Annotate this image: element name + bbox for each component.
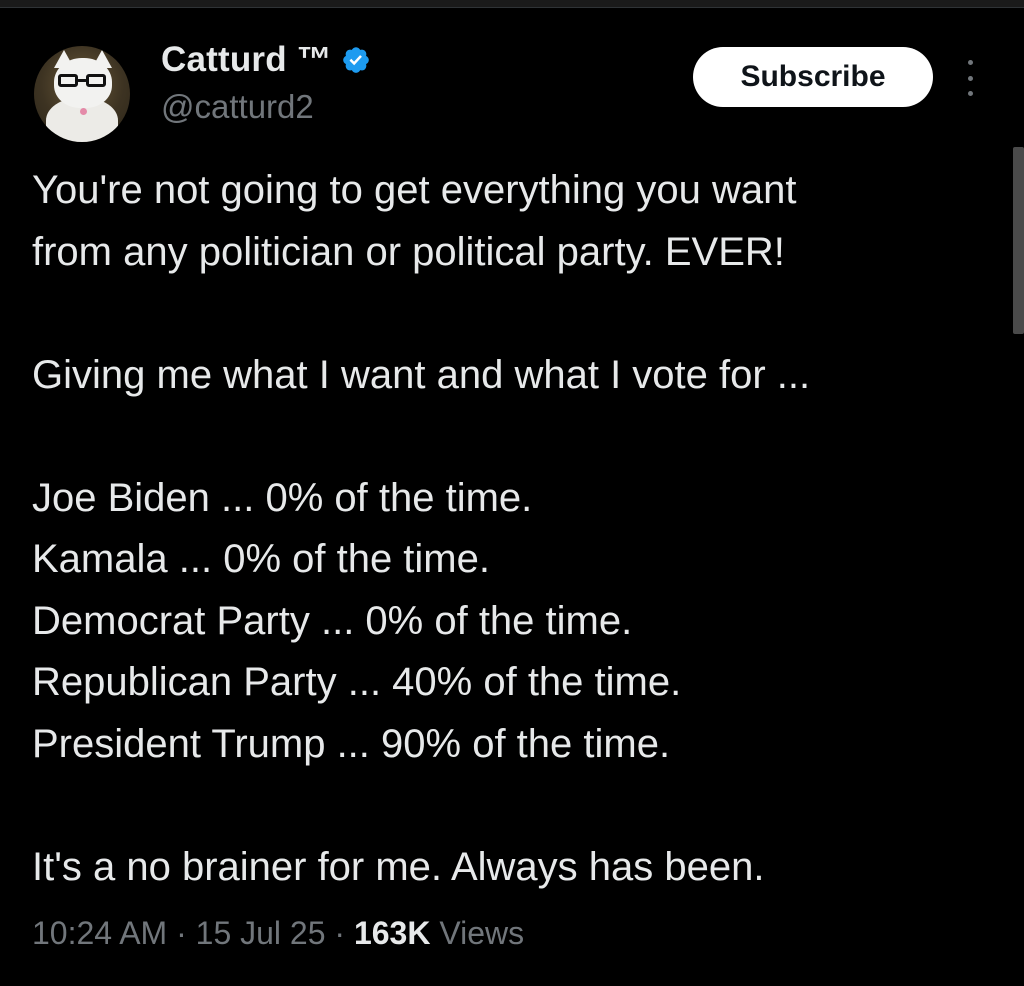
tweet-card: Catturd ™ @catturd2 Subscribe You're not… [0,0,1024,986]
scrollbar[interactable] [1013,147,1024,334]
views-count[interactable]: 163K [354,915,431,951]
tweet-time[interactable]: 10:24 AM [32,915,167,951]
tweet-text-line: It's a no brainer for me. Always has bee… [32,844,765,889]
meta-separator: · [176,915,187,951]
more-vertical-icon[interactable] [960,60,980,96]
verified-badge-icon[interactable] [341,45,371,75]
tweet-text-line: Republican Party ... 40% of the time. [32,660,682,704]
glasses-icon [58,74,110,88]
tweet-text-line: Giving me what I want and what I vote fo… [32,352,811,397]
author-display-name[interactable]: Catturd ™ [161,40,332,80]
avatar[interactable] [34,46,130,142]
tweet-text-line: President Trump ... 90% of the time. [32,721,671,766]
tweet-text: You're not going to get everything you w… [32,160,1007,898]
tweet-text-line: Kamala ... 0% of the time. [32,537,490,581]
author-handle[interactable]: @catturd2 [161,88,314,126]
tweet-text-line: You're not going to get everything you w… [32,168,797,212]
tweet-text-line: Democrat Party ... 0% of the time. [32,598,633,643]
meta-separator: · [334,915,346,951]
tweet-text-line: Joe Biden ... 0% of the time. [32,475,533,520]
tweet-text-line: from any politician or political party. … [32,229,785,274]
collar-tag [80,108,87,115]
subscribe-button[interactable]: Subscribe [693,47,933,107]
tweet-date[interactable]: 15 Jul 25 [196,915,326,951]
author-name-row: Catturd ™ [161,40,371,80]
tweet-metadata: 10:24 AM · 15 Jul 25 · 163K Views [32,915,524,952]
views-label[interactable]: Views [439,915,524,951]
